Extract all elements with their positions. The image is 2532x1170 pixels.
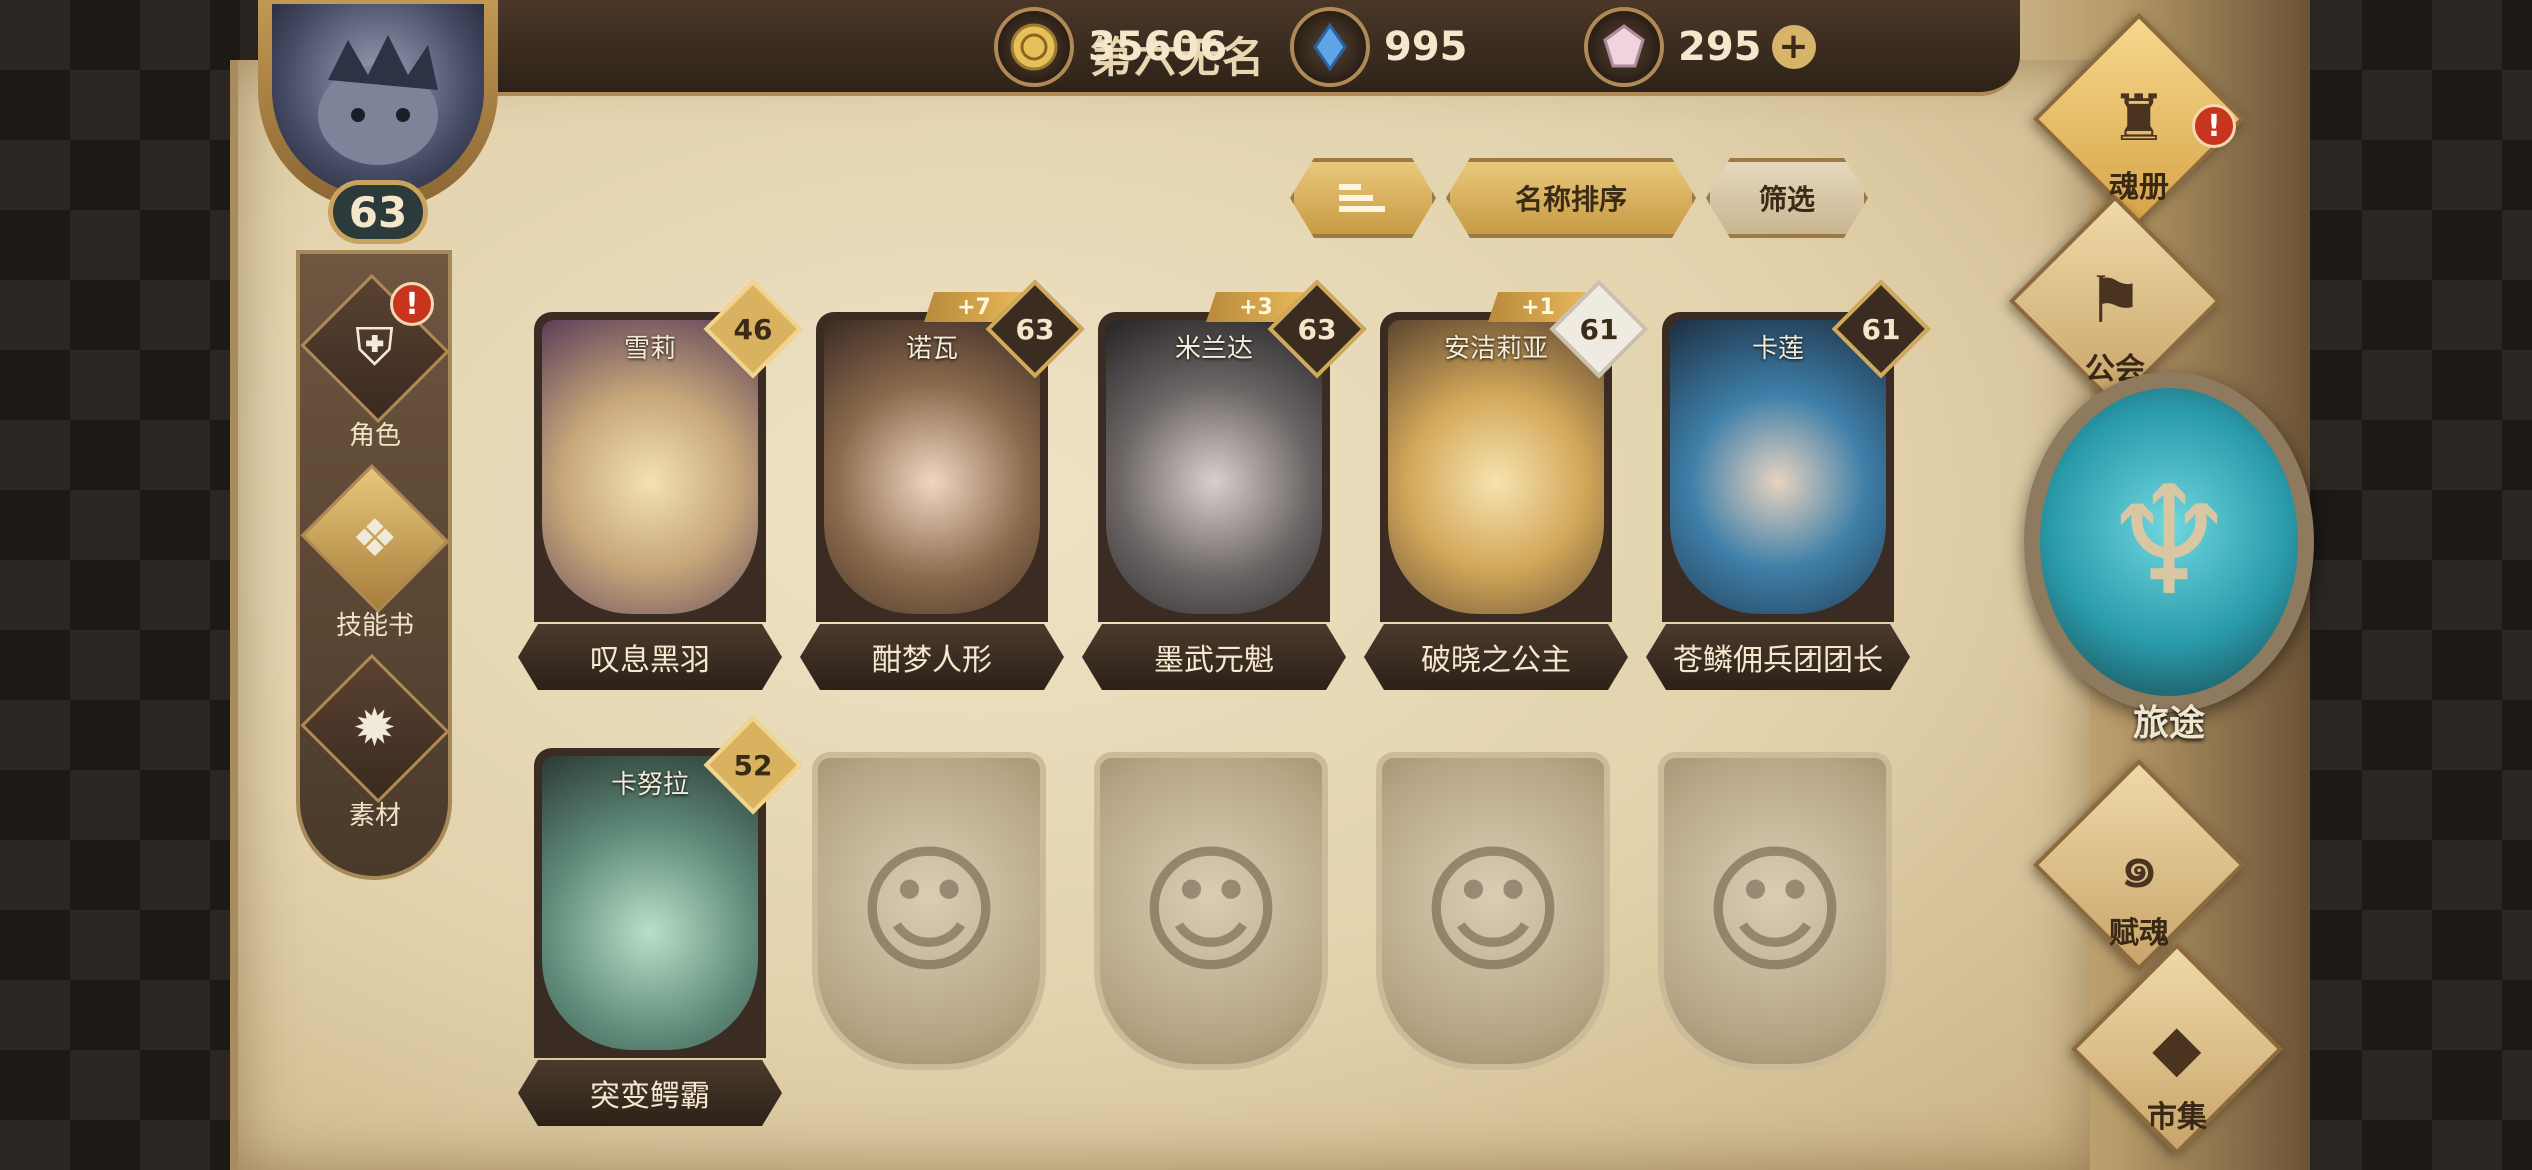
nav-market[interactable]: ◆ 市集 xyxy=(2062,942,2292,1156)
avatar-ring xyxy=(258,0,498,210)
book-icon: ❖ xyxy=(300,463,450,614)
character-level: 63 xyxy=(1297,312,1337,346)
character-title: 突变鳄霸 xyxy=(518,1060,782,1126)
character-title: 破晓之公主 xyxy=(1364,624,1628,690)
sort-order-icon xyxy=(1333,178,1393,218)
player-level-badge: 63 xyxy=(328,180,428,244)
nav-endow[interactable]: ๑ 赋魂 xyxy=(2024,758,2254,972)
filter-button[interactable]: 筛选 xyxy=(1706,158,1868,238)
character-title: 墨武元魁 xyxy=(1082,624,1346,690)
pink-gem-icon xyxy=(1584,7,1664,87)
top-bar: 第六无名 35606 995 295 + xyxy=(420,0,2020,96)
nav-soul-book[interactable]: ♜ 魂册 ! xyxy=(2024,12,2254,226)
left-decorative-panel xyxy=(0,0,240,1170)
locked-character-slot[interactable]: ☺ xyxy=(1658,752,1892,1070)
character-card[interactable]: +3 米兰达 63 墨武元魁 xyxy=(1098,279,1367,704)
sort-order-button[interactable] xyxy=(1290,158,1436,238)
player-avatar-frame[interactable]: 63 xyxy=(228,0,528,260)
character-level: 61 xyxy=(1579,312,1619,346)
nav-item-character[interactable]: ⛨ 角色 ! xyxy=(300,273,450,452)
character-title: 叹息黑羽 xyxy=(518,624,782,690)
nav-item-material[interactable]: ✹ 素材 xyxy=(300,653,450,832)
journey-label: 旅途 xyxy=(2132,703,2205,744)
beast-icon: ✹ xyxy=(300,653,450,804)
character-level: 46 xyxy=(733,312,773,346)
character-card[interactable]: +7 诺瓦 63 酣梦人形 xyxy=(816,279,1085,704)
gold-amount: 35606 xyxy=(1088,24,1228,70)
gold-coin-icon xyxy=(994,7,1074,87)
blue-crystal-icon xyxy=(1290,7,1370,87)
crystal-currency: 995 xyxy=(1290,7,1468,87)
nav-item-skillbook[interactable]: ❖ 技能书 xyxy=(300,463,450,642)
right-decorative-panel xyxy=(2292,0,2532,1170)
gold-currency: 35606 xyxy=(994,7,1228,87)
character-level: 63 xyxy=(1015,312,1055,346)
locked-silhouette-icon: ☺ xyxy=(856,829,1002,993)
add-gem-button[interactable]: + xyxy=(1771,25,1816,69)
character-title: 酣梦人形 xyxy=(800,624,1064,690)
character-title: 苍鳞佣兵团团长 xyxy=(1646,624,1910,690)
locked-character-slot[interactable]: ☺ xyxy=(1094,752,1328,1070)
endow-label: 赋魂 xyxy=(2109,916,2169,951)
character-level: 61 xyxy=(1861,312,1901,346)
locked-character-slot[interactable]: ☺ xyxy=(1376,752,1610,1070)
market-label: 市集 xyxy=(2147,1100,2207,1135)
gem-amount: 295 xyxy=(1678,24,1762,70)
locked-silhouette-icon: ☺ xyxy=(1420,829,1566,993)
gem-currency: 295 + xyxy=(1584,7,1816,87)
name-sort-button[interactable]: 名称排序 xyxy=(1446,158,1696,238)
journey-button[interactable]: ♆ 旅途 xyxy=(2024,372,2324,792)
character-card[interactable]: 雪莉 46 叹息黑羽 xyxy=(534,279,803,704)
locked-silhouette-icon: ☺ xyxy=(1138,829,1284,993)
locked-character-slot[interactable]: ☺ xyxy=(812,752,1046,1070)
character-card[interactable]: 卡努拉 52 突变鳄霸 xyxy=(534,715,803,1140)
locked-silhouette-icon: ☺ xyxy=(1702,829,1848,993)
left-nav: ⛨ 角色 ! ❖ 技能书 ✹ 素材 xyxy=(296,250,452,880)
soul-book-alert-icon: ! xyxy=(2192,104,2236,148)
character-card[interactable]: +1 安洁莉亚 61 破晓之公主 xyxy=(1380,279,1649,704)
trident-icon: ♆ xyxy=(2024,372,2314,712)
soul-book-label: 魂册 xyxy=(2109,170,2169,205)
character-alert-icon: ! xyxy=(390,282,434,326)
character-level: 52 xyxy=(733,748,773,782)
crystal-amount: 995 xyxy=(1384,24,1468,70)
character-card[interactable]: 卡莲 61 苍鳞佣兵团团长 xyxy=(1662,279,1931,704)
avatar[interactable] xyxy=(272,4,484,196)
